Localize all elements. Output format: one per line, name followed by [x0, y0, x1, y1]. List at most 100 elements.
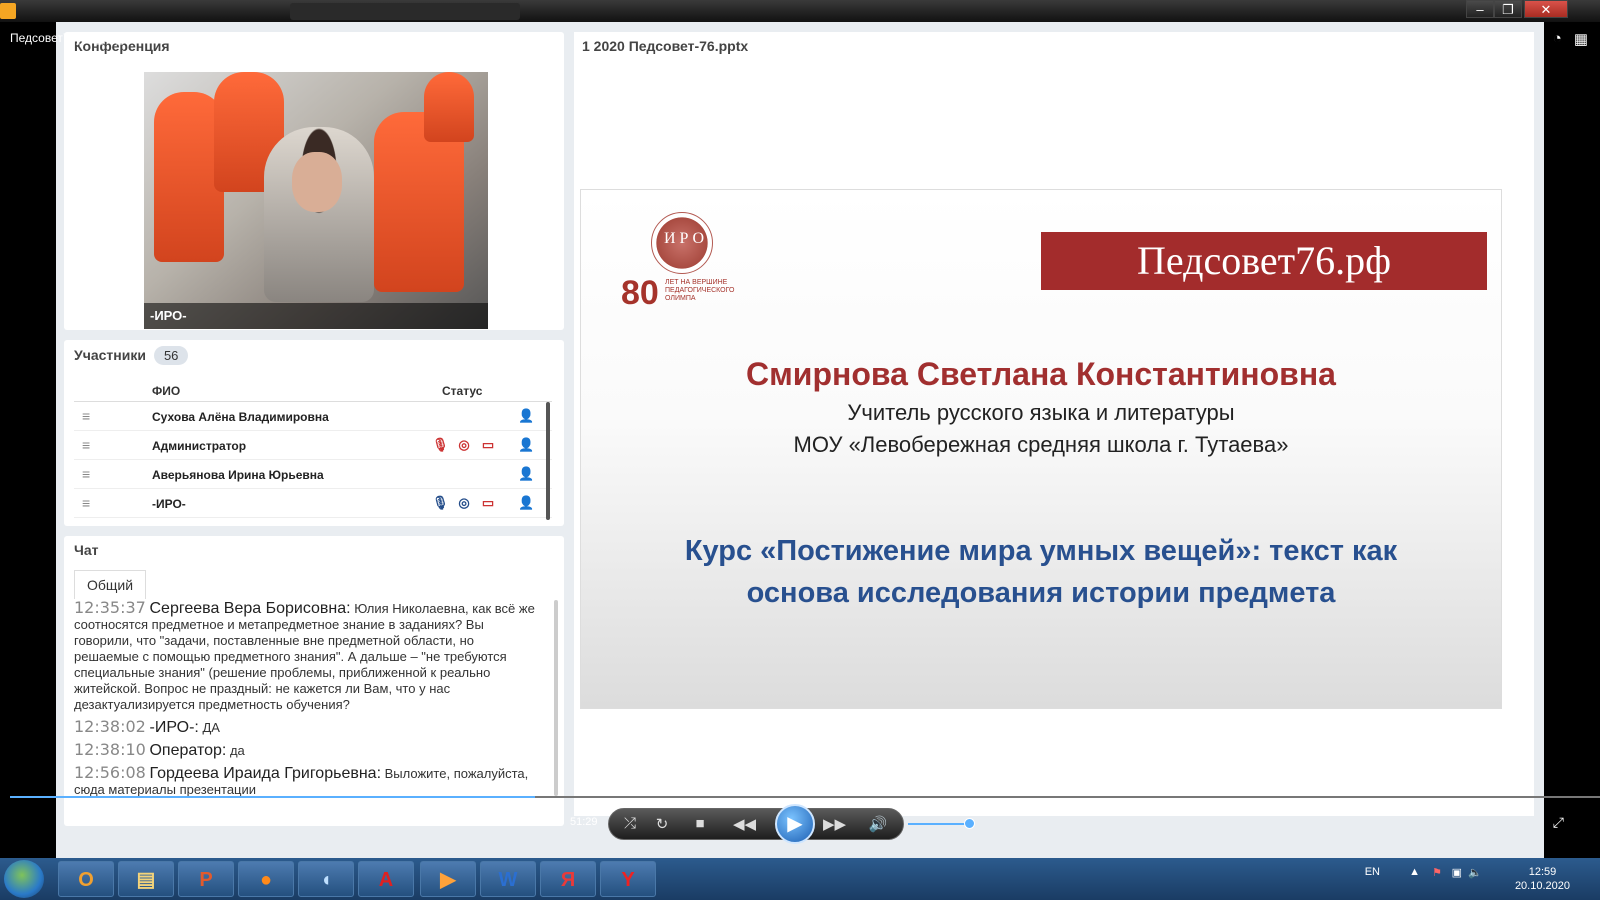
repeat-icon[interactable]: ↻: [651, 815, 673, 833]
rewind-button[interactable]: ◀◀: [733, 815, 756, 833]
chat-scrollbar[interactable]: [554, 600, 558, 796]
table-row[interactable]: ≡ Сухова Алёна Владимировна 👤: [74, 402, 552, 431]
audio-icon[interactable]: ◖: [298, 861, 354, 897]
message-time: 12:38:02: [74, 717, 146, 736]
clock-time: 12:59: [1528, 866, 1557, 878]
powerpoint-icon[interactable]: P: [178, 861, 234, 897]
participants-scrollbar[interactable]: [546, 402, 550, 520]
start-button[interactable]: [4, 860, 44, 898]
camera-off-icon[interactable]: ◎: [456, 437, 472, 453]
speaker-position: Учитель русского языка и литературы: [847, 400, 1235, 425]
yandex-icon[interactable]: Я: [540, 861, 596, 897]
background-tab: [290, 3, 520, 20]
word-icon[interactable]: W: [480, 861, 536, 897]
screen-off-icon[interactable]: ▭: [480, 495, 496, 511]
participants-count: 56: [153, 346, 189, 365]
conference-panel: Конференция -ИРО-: [64, 32, 564, 330]
message-text: да: [229, 743, 245, 758]
chat-message: 12:35:37 Сергеева Вера Борисовна: Юлия Н…: [74, 600, 540, 713]
chat-header: Чат: [74, 542, 99, 558]
mic-icon[interactable]: 🎙: [432, 495, 449, 511]
course-line-2: основа исследования истории предмета: [746, 577, 1336, 609]
volume-icon[interactable]: 🔊: [867, 815, 889, 833]
network-icon[interactable]: ▣: [1452, 866, 1462, 879]
user-icon: 👤: [518, 495, 535, 510]
speaker-name: Смирнова Светлана Константиновна: [746, 356, 1336, 392]
video-label: -ИРО-: [144, 303, 488, 329]
message-time: 12:35:37: [74, 598, 146, 617]
logo-number: 80: [621, 274, 659, 312]
speaker-face: [292, 152, 342, 212]
participants-table: ФИО Статус ≡ Сухова Алёна Владимировна 👤…: [74, 380, 552, 520]
logo-letters: И Р О: [664, 230, 705, 247]
chair: [424, 72, 474, 142]
logo-caption: ЛЕТ НА ВЕРШИНЕ ПЕДАГОГИЧЕСКОГО ОЛИМПА: [665, 279, 735, 302]
flag-icon[interactable]: ⚑: [1432, 866, 1442, 879]
clock[interactable]: 12:59 20.10.2020: [1515, 865, 1570, 893]
participant-name: -ИРО-: [152, 497, 186, 511]
app-area: Конференция -ИРО- Участники 56 ФИО Статус: [56, 22, 1544, 870]
message-author: Сергеева Вера Борисовна:: [149, 600, 351, 617]
table-header: ФИО Статус: [74, 380, 552, 402]
player-controls: 51:29 ⤮ ↻ ■ ◀◀ ▶ ▶▶ 🔊 ⤢: [0, 796, 1600, 844]
minimize-button[interactable]: –: [1466, 0, 1494, 18]
col-status: Статус: [442, 384, 483, 398]
iro-logo: И Р О 80 ЛЕТ НА ВЕРШИНЕ ПЕДАГОГИЧЕСКОГО …: [621, 212, 741, 312]
participants-panel: Участники 56 ФИО Статус ≡ Сухова Алёна Вл…: [64, 340, 564, 526]
message-text: Юлия Николаевна, как всё же соотносятся …: [74, 601, 535, 712]
message-text: ДА: [202, 720, 220, 735]
shuffle-icon[interactable]: ⤮: [619, 815, 641, 832]
speaker-school: МОУ «Левобережная средняя школа г. Тутае…: [793, 432, 1289, 457]
yandex-browser-icon[interactable]: Y: [600, 861, 656, 897]
screen-off-icon[interactable]: ▭: [480, 437, 496, 453]
message-author: -ИРО-:: [149, 719, 199, 736]
explorer-icon[interactable]: ▤: [118, 861, 174, 897]
chat-log: 12:35:37 Сергеева Вера Борисовна: Юлия Н…: [74, 600, 540, 804]
table-row[interactable]: ≡ Администратор 🎙 ◎ ▭ 👤: [74, 431, 552, 460]
restore-button[interactable]: ❐: [1494, 0, 1522, 18]
user-icon: 👤: [518, 466, 535, 481]
user-icon: 👤: [518, 408, 535, 423]
outlook-icon[interactable]: O: [58, 861, 114, 897]
forward-button[interactable]: ▶▶: [823, 815, 846, 833]
menu-icon[interactable]: ≡: [82, 467, 90, 481]
document-panel: 1 2020 Педсовет-76.pptx И Р О 80 ЛЕТ НА …: [574, 32, 1534, 816]
table-row[interactable]: ≡ -ИРО- 🎙 ◎ ▭ 👤: [74, 489, 552, 518]
mic-off-icon[interactable]: 🎙: [432, 437, 449, 453]
taskbar: O ▤ P ● ◖ A ▶ W Я Y EN ▲ ⚑ ▣ 🔈 12:59 20.…: [0, 858, 1600, 900]
title-bar: – ❐ ✕: [0, 0, 1600, 22]
close-button[interactable]: ✕: [1524, 0, 1568, 18]
menu-icon[interactable]: ≡: [82, 496, 90, 510]
pdf-icon[interactable]: A: [358, 861, 414, 897]
firefox-icon[interactable]: ●: [238, 861, 294, 897]
language-indicator[interactable]: EN: [1365, 866, 1380, 878]
app-icon: [0, 3, 16, 19]
volume-knob[interactable]: [964, 818, 975, 829]
camera-icon[interactable]: ◎: [456, 495, 472, 511]
video-feed[interactable]: -ИРО-: [144, 72, 488, 329]
clock-date: 20.10.2020: [1514, 880, 1570, 892]
layout-icon[interactable]: ▦: [1574, 30, 1588, 48]
document-title: 1 2020 Педсовет-76.pptx: [582, 38, 749, 54]
tray-arrow-icon[interactable]: ▲: [1409, 866, 1420, 878]
participants-title: Участники: [74, 347, 146, 363]
participant-name: Аверьянова Ирина Юрьевна: [152, 468, 324, 482]
speaker-icon[interactable]: 🔈: [1468, 866, 1482, 879]
playback-time: 51:29: [570, 816, 598, 828]
seek-bar[interactable]: [10, 796, 1600, 798]
stop-button[interactable]: ■: [689, 815, 711, 832]
message-author: Гордеева Ираида Григорьевна:: [149, 765, 382, 782]
fullscreen-icon[interactable]: ⤢: [1553, 814, 1564, 831]
media-player-icon[interactable]: ▶: [420, 861, 476, 897]
col-name: ФИО: [152, 384, 181, 398]
course-line-1: Курс «Постижение мира умных вещей»: текс…: [684, 535, 1398, 567]
info-icon[interactable]: ◔: [1553, 30, 1562, 48]
chat-message: 12:38:10 Оператор: да: [74, 742, 540, 759]
menu-icon[interactable]: ≡: [82, 438, 90, 452]
tab-general[interactable]: Общий: [74, 570, 147, 599]
presentation-slide: И Р О 80 ЛЕТ НА ВЕРШИНЕ ПЕДАГОГИЧЕСКОГО …: [580, 189, 1502, 709]
play-button[interactable]: ▶: [775, 804, 815, 844]
menu-icon[interactable]: ≡: [82, 409, 90, 423]
table-row[interactable]: ≡ Аверьянова Ирина Юрьевна 👤: [74, 460, 552, 489]
chat-message: 12:38:02 -ИРО-: ДА: [74, 719, 540, 736]
